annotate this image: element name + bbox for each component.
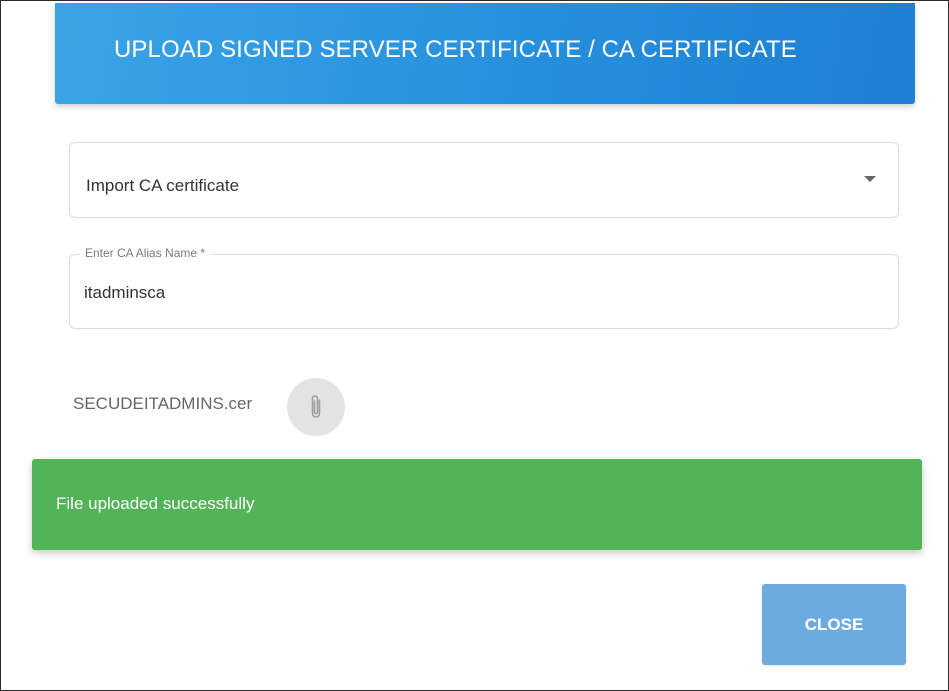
- upload-success-snackbar: File uploaded successfully: [32, 459, 922, 550]
- chevron-down-icon: [864, 176, 876, 182]
- paperclip-icon: [311, 395, 321, 418]
- alias-name-input[interactable]: [84, 283, 864, 303]
- certificate-type-value: Import CA certificate: [86, 176, 240, 195]
- snackbar-message: File uploaded successfully: [56, 494, 255, 513]
- certificate-type-select[interactable]: Import CA certificate: [69, 142, 899, 218]
- dialog-title: UPLOAD SIGNED SERVER CERTIFICATE / CA CE…: [114, 36, 797, 63]
- alias-name-label: Enter CA Alias Name *: [80, 246, 211, 260]
- uploaded-file-name: SECUDEITADMINS.cer: [73, 394, 253, 413]
- attach-file-button[interactable]: [287, 378, 345, 436]
- dialog: UPLOAD SIGNED SERVER CERTIFICATE / CA CE…: [0, 0, 949, 691]
- close-button[interactable]: CLOSE: [762, 584, 906, 665]
- alias-name-field: Enter CA Alias Name *: [69, 246, 899, 329]
- dialog-header: UPLOAD SIGNED SERVER CERTIFICATE / CA CE…: [55, 3, 915, 104]
